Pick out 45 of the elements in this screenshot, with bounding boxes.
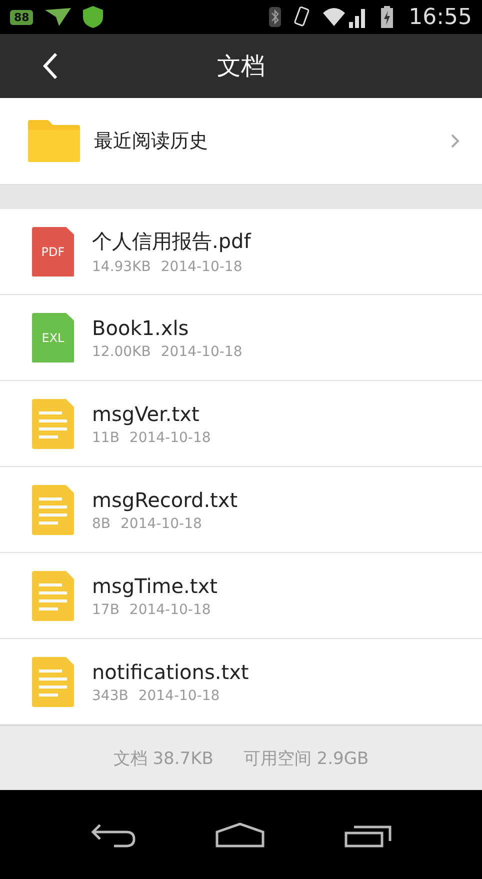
file-name: Book1.xls	[92, 316, 190, 340]
home-icon	[214, 822, 265, 848]
chevron-right-icon	[450, 133, 460, 149]
file-row[interactable]: msgRecord.txt 8B 2014-10-18	[0, 467, 482, 553]
file-name: 个人信用报告.pdf	[92, 228, 251, 255]
home-nav-button[interactable]	[214, 822, 265, 848]
paper-plane-icon	[45, 8, 72, 26]
file-row[interactable]: EXL Book1.xls 12.00KB 2014-10-18	[0, 295, 482, 381]
shield-icon	[83, 6, 104, 28]
file-name: msgTime.txt	[92, 574, 218, 598]
spreadsheet-file-icon: EXL	[32, 312, 74, 362]
documents-size: 文档 38.7KB	[113, 748, 214, 770]
file-date: 2014-10-18	[129, 602, 211, 618]
file-name: msgVer.txt	[92, 402, 200, 426]
back-arrow-icon	[90, 822, 136, 848]
back-nav-button[interactable]	[90, 822, 136, 848]
pdf-file-icon: PDF	[32, 226, 74, 276]
battery-saver-badge: 88	[10, 10, 34, 24]
file-row[interactable]: msgVer.txt 11B 2014-10-18	[0, 381, 482, 467]
file-name: notifications.txt	[92, 660, 249, 684]
battery-charging-icon	[380, 6, 393, 28]
file-size: 11B	[92, 430, 120, 446]
file-date: 2014-10-18	[138, 688, 220, 704]
bluetooth-icon	[268, 7, 281, 27]
file-date: 2014-10-18	[129, 430, 211, 446]
file-size: 8B	[92, 516, 111, 532]
chevron-left-icon	[42, 52, 58, 80]
file-row[interactable]: PDF 个人信用报告.pdf 14.93KB 2014-10-18	[0, 209, 482, 295]
text-file-icon	[32, 398, 74, 448]
file-size: 14.93KB	[92, 259, 151, 275]
page-title: 文档	[217, 51, 265, 82]
file-date: 2014-10-18	[120, 516, 202, 532]
file-size: 17B	[92, 602, 120, 618]
file-size: 12.00KB	[92, 344, 151, 360]
file-row[interactable]: msgTime.txt 17B 2014-10-18	[0, 553, 482, 639]
folder-icon	[28, 120, 80, 162]
file-date: 2014-10-18	[160, 259, 242, 275]
text-file-icon	[32, 484, 74, 534]
file-date: 2014-10-18	[160, 344, 242, 360]
text-file-icon	[32, 656, 74, 706]
file-name: msgRecord.txt	[92, 488, 238, 512]
text-file-icon	[32, 570, 74, 620]
clock-time: 16:55	[408, 4, 472, 30]
free-space: 可用空间 2.9GB	[243, 748, 369, 770]
file-size: 343B	[92, 688, 128, 704]
